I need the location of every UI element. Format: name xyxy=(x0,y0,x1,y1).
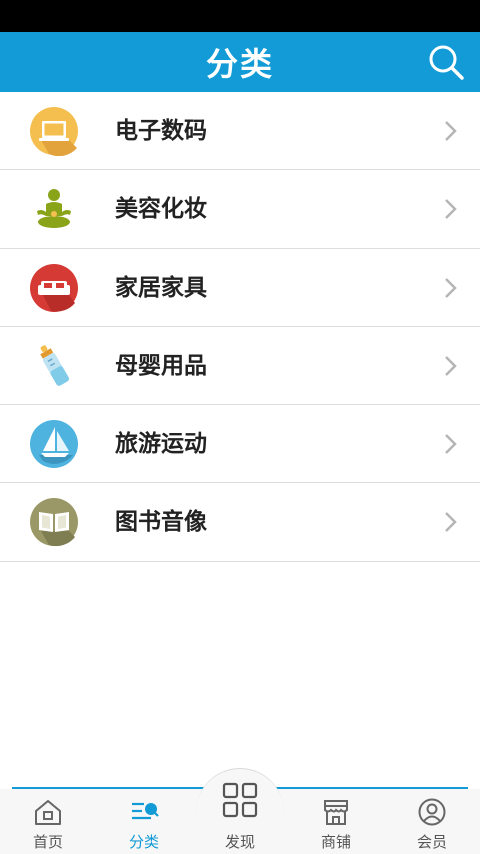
page-title: 分类 xyxy=(205,45,274,83)
user-icon xyxy=(418,798,446,826)
tab-label: 会员 xyxy=(416,833,447,851)
chevron-right-icon xyxy=(445,356,457,376)
baby-bottle-icon xyxy=(40,345,69,386)
category-label: 图书音像 xyxy=(115,509,207,536)
category-row-travel[interactable]: 旅游运动 xyxy=(0,405,480,484)
category-row-electronics[interactable]: 电子数码 xyxy=(0,92,480,171)
chevron-right-icon xyxy=(445,512,457,533)
status-bar xyxy=(0,0,480,32)
category-list: 电子数码 美容化妆 家居家具 母婴用品 旅游运动 图书音像 xyxy=(0,92,480,562)
shop-icon xyxy=(324,800,348,825)
chevron-right-icon xyxy=(445,121,457,141)
tab-label: 商铺 xyxy=(320,833,351,851)
home-icon xyxy=(35,800,61,825)
category-row-books[interactable]: 图书音像 xyxy=(0,483,480,562)
category-label: 旅游运动 xyxy=(115,431,207,458)
category-row-baby[interactable]: 母婴用品 xyxy=(0,326,480,406)
tab-label: 首页 xyxy=(32,833,63,851)
tab-shop[interactable]: 商铺 xyxy=(288,789,384,854)
tab-home[interactable]: 首页 xyxy=(0,789,96,854)
category-row-furniture[interactable]: 家居家具 xyxy=(0,248,480,327)
category-label: 家居家具 xyxy=(115,274,207,301)
tab-discover-label[interactable]: 发现 xyxy=(192,831,288,852)
chevron-right-icon xyxy=(445,434,457,455)
category-icon xyxy=(132,802,159,820)
tab-category[interactable]: 分类 xyxy=(96,789,192,854)
grid-icon[interactable] xyxy=(221,781,259,819)
tab-member[interactable]: 会员 xyxy=(384,789,480,854)
chevron-right-icon xyxy=(445,277,457,298)
laptop-icon xyxy=(30,107,78,156)
sailboat-icon xyxy=(30,420,78,469)
meditation-person-icon xyxy=(37,189,71,229)
chevron-right-icon xyxy=(445,199,457,220)
book-icon xyxy=(30,498,78,547)
search-icon[interactable] xyxy=(426,42,466,82)
category-label: 美容化妆 xyxy=(115,196,207,223)
tab-label: 分类 xyxy=(128,833,159,851)
category-label: 电子数码 xyxy=(115,118,207,144)
header-bar: 分类 xyxy=(0,32,480,92)
category-label: 母婴用品 xyxy=(115,352,207,379)
sofa-icon xyxy=(30,263,78,312)
category-row-beauty[interactable]: 美容化妆 xyxy=(0,170,480,249)
